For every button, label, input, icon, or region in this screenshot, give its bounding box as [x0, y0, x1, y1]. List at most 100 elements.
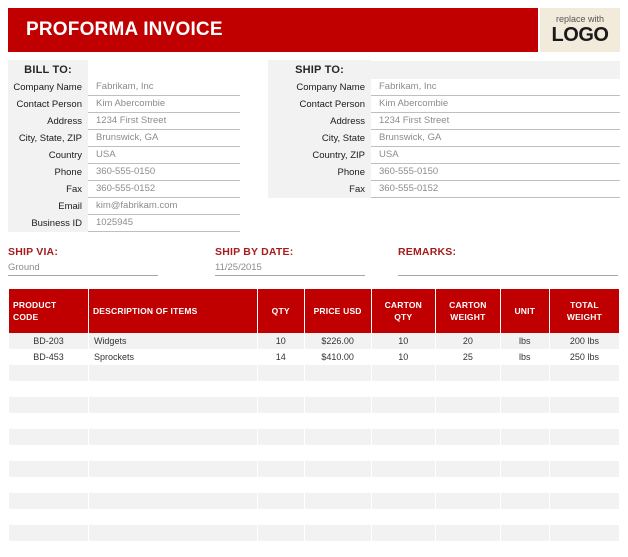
cell-carton_qty[interactable]	[371, 509, 436, 525]
cell-product_code[interactable]	[9, 477, 88, 493]
cell-unit[interactable]	[500, 413, 549, 429]
ship-to-value-6[interactable]: 360-555-0152	[371, 181, 620, 198]
cell-description[interactable]	[88, 413, 257, 429]
cell-unit[interactable]	[500, 477, 549, 493]
ship-by-date-input[interactable]: 11/25/2015	[215, 261, 365, 276]
cell-carton_weight[interactable]	[436, 493, 500, 509]
cell-qty[interactable]	[257, 541, 304, 557]
cell-qty[interactable]	[257, 429, 304, 445]
cell-unit[interactable]	[500, 397, 549, 413]
column-header-product-code[interactable]: PRODUCT CODE	[9, 289, 88, 333]
cell-product_code[interactable]	[9, 429, 88, 445]
cell-carton_qty[interactable]	[371, 445, 436, 461]
cell-price_usd[interactable]	[304, 493, 371, 509]
bill-to-value-7[interactable]: kim@fabrikam.com	[88, 198, 240, 215]
cell-description[interactable]	[88, 509, 257, 525]
cell-unit[interactable]	[500, 493, 549, 509]
cell-product_code[interactable]: BD-203	[9, 333, 88, 349]
cell-total_weight[interactable]: 200 lbs	[549, 333, 619, 349]
cell-total_weight[interactable]	[549, 429, 619, 445]
cell-unit[interactable]	[500, 381, 549, 397]
cell-carton_weight[interactable]: 25	[436, 349, 500, 365]
cell-carton_weight[interactable]	[436, 381, 500, 397]
cell-carton_qty[interactable]	[371, 525, 436, 541]
cell-total_weight[interactable]	[549, 445, 619, 461]
cell-unit[interactable]	[500, 461, 549, 477]
cell-carton_qty[interactable]	[371, 397, 436, 413]
cell-price_usd[interactable]	[304, 413, 371, 429]
ship-to-value-4[interactable]: USA	[371, 147, 620, 164]
cell-unit[interactable]	[500, 429, 549, 445]
cell-total_weight[interactable]	[549, 525, 619, 541]
bill-to-value-6[interactable]: 360-555-0152	[88, 181, 240, 198]
cell-unit[interactable]: lbs	[500, 349, 549, 365]
cell-product_code[interactable]	[9, 541, 88, 557]
cell-carton_qty[interactable]: 10	[371, 333, 436, 349]
cell-carton_weight[interactable]	[436, 541, 500, 557]
table-row[interactable]	[9, 365, 619, 381]
cell-total_weight[interactable]	[549, 365, 619, 381]
column-header-carton-weight[interactable]: CARTON WEIGHT	[436, 289, 500, 333]
cell-product_code[interactable]	[9, 525, 88, 541]
cell-description[interactable]	[88, 477, 257, 493]
cell-price_usd[interactable]	[304, 477, 371, 493]
cell-description[interactable]	[88, 381, 257, 397]
cell-total_weight[interactable]	[549, 493, 619, 509]
cell-unit[interactable]	[500, 365, 549, 381]
cell-price_usd[interactable]: $410.00	[304, 349, 371, 365]
cell-qty[interactable]	[257, 397, 304, 413]
ship-to-value-0[interactable]: Fabrikam, Inc	[371, 79, 620, 96]
cell-description[interactable]	[88, 461, 257, 477]
cell-price_usd[interactable]	[304, 429, 371, 445]
bill-to-value-3[interactable]: Brunswick, GA	[88, 130, 240, 147]
cell-total_weight[interactable]	[549, 509, 619, 525]
ship-to-value-2[interactable]: 1234 First Street	[371, 113, 620, 130]
bill-to-value-4[interactable]: USA	[88, 147, 240, 164]
table-row[interactable]	[9, 493, 619, 509]
cell-price_usd[interactable]	[304, 461, 371, 477]
cell-product_code[interactable]	[9, 509, 88, 525]
table-row[interactable]	[9, 429, 619, 445]
cell-unit[interactable]	[500, 525, 549, 541]
ship-to-value-1[interactable]: Kim Abercombie	[371, 96, 620, 113]
cell-price_usd[interactable]	[304, 381, 371, 397]
cell-qty[interactable]	[257, 365, 304, 381]
cell-carton_weight[interactable]	[436, 477, 500, 493]
cell-description[interactable]	[88, 445, 257, 461]
bill-to-value-2[interactable]: 1234 First Street	[88, 113, 240, 130]
cell-qty[interactable]: 14	[257, 349, 304, 365]
cell-carton_weight[interactable]	[436, 445, 500, 461]
bill-to-value-0[interactable]: Fabrikam, Inc	[88, 79, 240, 96]
table-row[interactable]	[9, 509, 619, 525]
cell-price_usd[interactable]	[304, 525, 371, 541]
column-header-price-usd[interactable]: PRICE USD	[304, 289, 371, 333]
table-row[interactable]: BD-453 Sprockets 14 $410.00 10 25 lbs 250 lbs	[9, 349, 619, 365]
bill-to-value-8[interactable]: 1025945	[88, 215, 240, 232]
cell-product_code[interactable]	[9, 413, 88, 429]
cell-qty[interactable]	[257, 381, 304, 397]
cell-qty[interactable]	[257, 413, 304, 429]
cell-unit[interactable]	[500, 445, 549, 461]
remarks-input[interactable]	[398, 261, 618, 276]
table-row[interactable]	[9, 413, 619, 429]
column-header-qty[interactable]: QTY	[257, 289, 304, 333]
column-header-unit[interactable]: UNIT	[500, 289, 549, 333]
cell-carton_weight[interactable]	[436, 413, 500, 429]
cell-carton_qty[interactable]	[371, 461, 436, 477]
ship-via-input[interactable]: Ground	[8, 261, 158, 276]
table-row[interactable]	[9, 397, 619, 413]
cell-description[interactable]: Widgets	[88, 333, 257, 349]
cell-carton_weight[interactable]	[436, 397, 500, 413]
cell-carton_qty[interactable]	[371, 541, 436, 557]
cell-carton_qty[interactable]	[371, 429, 436, 445]
cell-carton_qty[interactable]	[371, 381, 436, 397]
table-row[interactable]	[9, 477, 619, 493]
cell-description[interactable]	[88, 365, 257, 381]
cell-total_weight[interactable]	[549, 461, 619, 477]
cell-carton_weight[interactable]	[436, 461, 500, 477]
cell-carton_qty[interactable]	[371, 413, 436, 429]
cell-carton_weight[interactable]	[436, 365, 500, 381]
cell-description[interactable]	[88, 397, 257, 413]
cell-qty[interactable]	[257, 525, 304, 541]
cell-description[interactable]	[88, 493, 257, 509]
